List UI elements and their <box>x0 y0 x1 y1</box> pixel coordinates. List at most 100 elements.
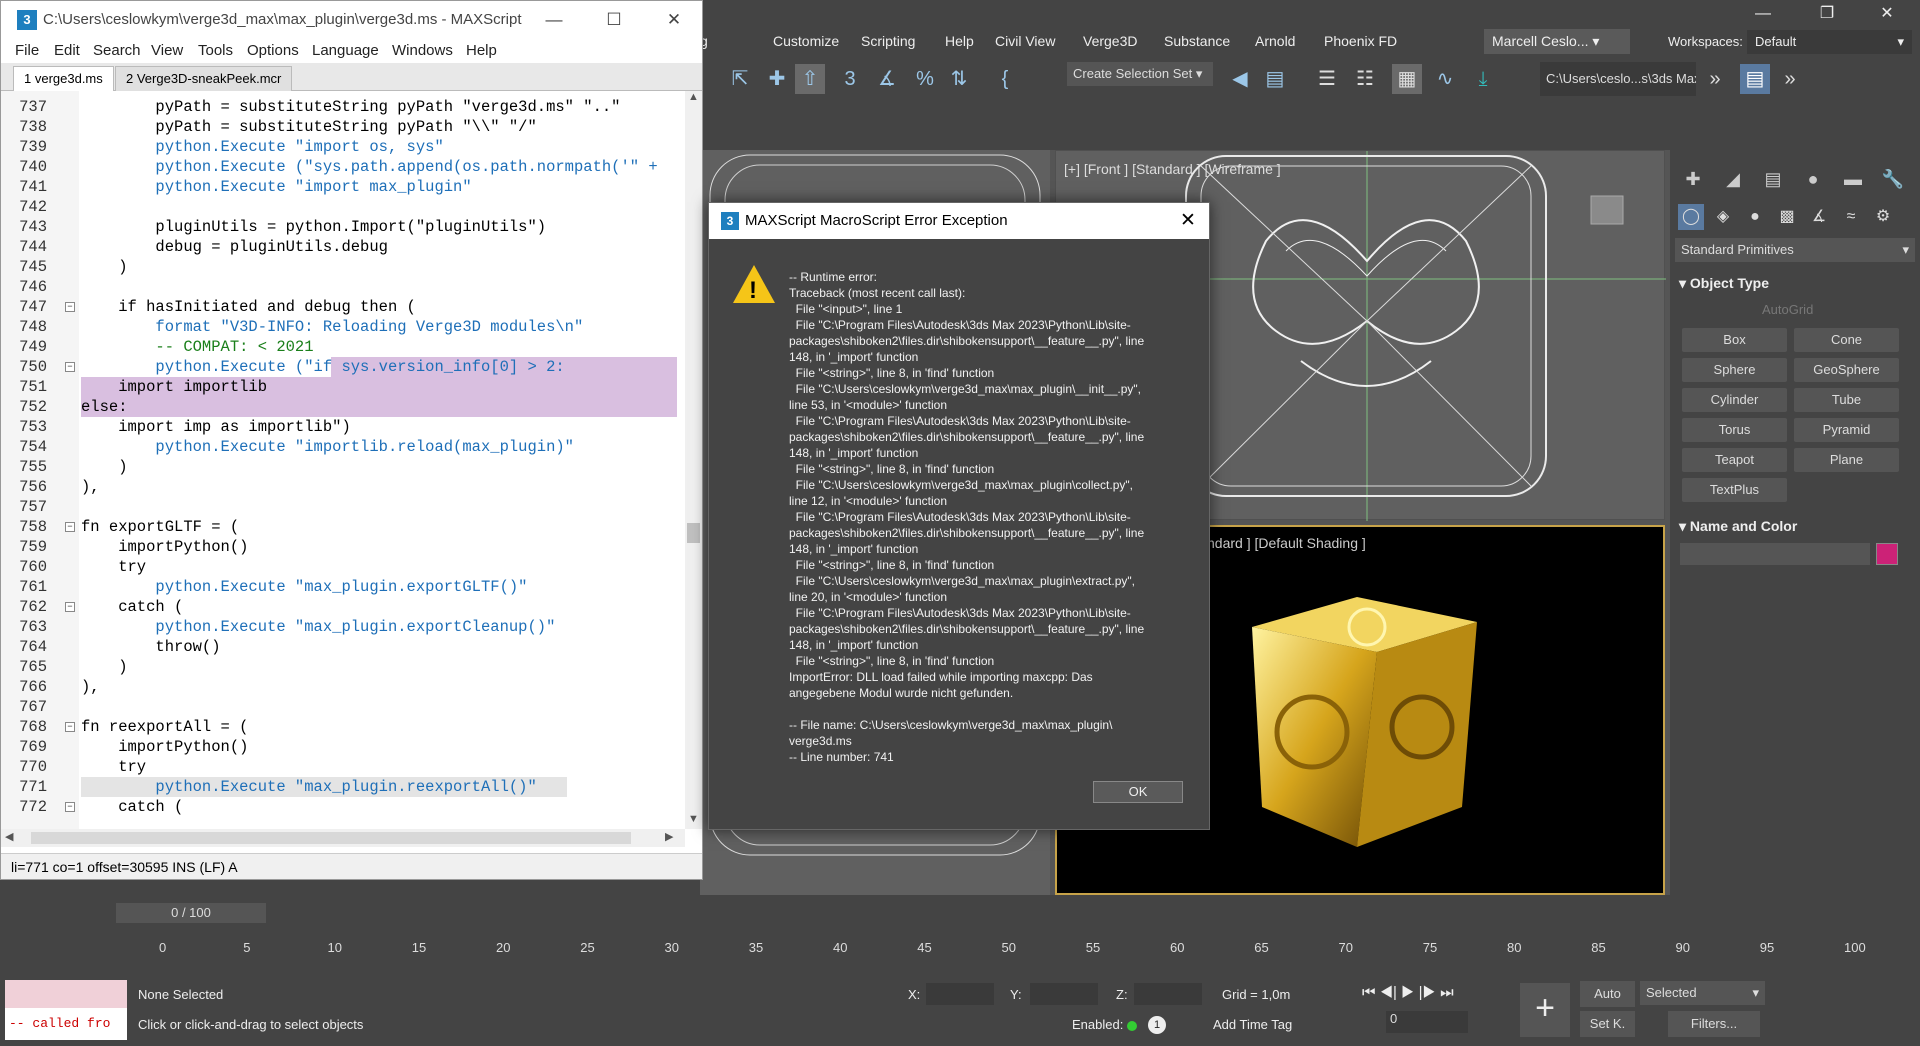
select-icon[interactable]: ⇧ <box>795 64 825 94</box>
menu-windows[interactable]: Windows <box>392 42 453 59</box>
snap-3d-icon[interactable]: 3 <box>835 64 865 94</box>
mirror-icon[interactable]: ◀ <box>1225 64 1255 94</box>
listener-input[interactable] <box>5 980 127 1008</box>
code-line[interactable]: 737 pyPath = substituteString pyPath "ve… <box>1 97 685 117</box>
menu-help[interactable]: Help <box>945 33 974 49</box>
box-button[interactable]: Box <box>1682 328 1787 352</box>
code-line[interactable]: 757 <box>1 497 685 517</box>
scroll-down-icon[interactable]: ▼ <box>688 813 699 825</box>
save-icon[interactable]: ▤ <box>1740 64 1770 94</box>
teapot-button[interactable]: Teapot <box>1682 448 1787 472</box>
code-line[interactable]: 748 format "V3D-INFO: Reloading Verge3D … <box>1 317 685 337</box>
menu-substance[interactable]: Substance <box>1164 33 1230 49</box>
menu-arnold[interactable]: Arnold <box>1255 33 1295 49</box>
autogrid-checkbox[interactable]: AutoGrid <box>1762 302 1813 317</box>
create-tab-icon[interactable]: ✚ <box>1678 164 1708 194</box>
systems-icon[interactable]: ⚙ <box>1870 204 1896 230</box>
layer-explorer-icon[interactable]: ☷ <box>1350 64 1380 94</box>
code-line[interactable]: 772 − catch ( <box>1 797 685 817</box>
menu-search[interactable]: Search <box>93 42 141 59</box>
geosphere-button[interactable]: GeoSphere <box>1794 358 1899 382</box>
code-line[interactable]: 767 <box>1 697 685 717</box>
scroll-up-icon[interactable]: ▲ <box>688 91 699 103</box>
cameras-icon[interactable]: ▩ <box>1774 204 1800 230</box>
current-frame-field[interactable]: 0 <box>1386 1011 1468 1033</box>
menu-file[interactable]: File <box>15 42 39 59</box>
code-line[interactable]: 740 python.Execute ("sys.path.append(os.… <box>1 157 685 177</box>
close-icon[interactable]: ✕ <box>1171 206 1205 236</box>
code-line[interactable]: 746 <box>1 277 685 297</box>
menu-tools[interactable]: Tools <box>198 42 233 59</box>
utilities-tab-icon[interactable]: 🔧 <box>1878 164 1908 194</box>
mini-listener[interactable]: -- called fro <box>5 980 127 1040</box>
vertical-scrollbar[interactable]: ▲ ▼ <box>685 91 702 829</box>
horizontal-scrollbar[interactable]: ◀ ▶ <box>1 829 685 847</box>
menu-customize[interactable]: Customize <box>773 33 839 49</box>
code-line[interactable]: 766), <box>1 677 685 697</box>
code-line[interactable]: 769 importPython() <box>1 737 685 757</box>
code-line[interactable]: 745 ) <box>1 257 685 277</box>
pyramid-button[interactable]: Pyramid <box>1794 418 1899 442</box>
close-icon[interactable]: ✕ <box>651 5 697 35</box>
code-line[interactable]: 763 python.Execute "max_plugin.exportCle… <box>1 617 685 637</box>
fold-toggle-icon[interactable]: − <box>65 722 75 732</box>
display-tab-icon[interactable]: ▬ <box>1838 164 1868 194</box>
space-warps-icon[interactable]: ≈ <box>1838 204 1864 230</box>
align-icon[interactable]: ▤ <box>1260 64 1290 94</box>
geometry-icon[interactable]: ◯ <box>1678 204 1704 230</box>
scene-explorer-icon[interactable]: ☰ <box>1312 64 1342 94</box>
code-line[interactable]: 739 python.Execute "import os, sys" <box>1 137 685 157</box>
chevron-right-icon[interactable]: » <box>1775 64 1805 94</box>
code-line[interactable]: 747 − if hasInitiated and debug then ( <box>1 297 685 317</box>
project-path[interactable]: C:\Users\ceslo...s\3ds Max 2023 <box>1540 62 1696 96</box>
set-key-button[interactable]: Set K. <box>1580 1011 1635 1037</box>
hierarchy-tab-icon[interactable]: ▤ <box>1758 164 1788 194</box>
menu-scripting[interactable]: Scripting <box>861 33 915 49</box>
code-line[interactable]: 751 import importlib <box>1 377 685 397</box>
curve-editor-icon[interactable]: ∿ <box>1430 64 1460 94</box>
close-icon[interactable]: ✕ <box>1864 0 1910 28</box>
code-line[interactable]: 771 python.Execute "max_plugin.reexportA… <box>1 777 685 797</box>
menu-language[interactable]: Language <box>312 42 379 59</box>
menu-verge3d[interactable]: Verge3D <box>1083 33 1137 49</box>
modify-tab-icon[interactable]: ◢ <box>1718 164 1748 194</box>
tab-verge3d-ms[interactable]: 1 verge3d.ms <box>13 66 114 91</box>
vertical-scroll-thumb[interactable] <box>687 523 700 543</box>
workspace-select[interactable]: Default ▾ <box>1747 30 1912 54</box>
torus-button[interactable]: Torus <box>1682 418 1787 442</box>
ok-button[interactable]: OK <box>1093 781 1183 803</box>
key-filter-select[interactable]: Selected ▾ <box>1640 981 1765 1005</box>
scroll-right-icon[interactable]: ▶ <box>665 830 673 843</box>
code-line[interactable]: 754 python.Execute "importlib.reload(max… <box>1 437 685 457</box>
menu-view[interactable]: View <box>151 42 183 59</box>
shapes-icon[interactable]: ◈ <box>1710 204 1736 230</box>
z-coordinate-field[interactable] <box>1134 983 1202 1005</box>
restore-icon[interactable]: ❐ <box>1804 0 1850 28</box>
fold-toggle-icon[interactable]: − <box>65 362 75 372</box>
code-line[interactable]: 755 ) <box>1 457 685 477</box>
auto-key-button[interactable]: Auto <box>1580 981 1635 1007</box>
code-line[interactable]: 738 pyPath = substituteString pyPath "\\… <box>1 117 685 137</box>
percent-snap-icon[interactable]: % <box>910 64 940 94</box>
object-type-rollout[interactable]: ▾ Object Type <box>1675 272 1915 294</box>
code-line[interactable]: 741 python.Execute "import max_plugin" <box>1 177 685 197</box>
code-line[interactable]: 759 importPython() <box>1 537 685 557</box>
code-line[interactable]: 744 debug = pluginUtils.debug <box>1 237 685 257</box>
textplus-button[interactable]: TextPlus <box>1682 478 1787 502</box>
menu-phoenix-fd[interactable]: Phoenix FD <box>1324 33 1397 49</box>
code-area[interactable]: 737 pyPath = substituteString pyPath "ve… <box>1 91 685 829</box>
y-coordinate-field[interactable] <box>1030 983 1098 1005</box>
code-line[interactable]: 742 <box>1 197 685 217</box>
maximize-icon[interactable]: ☐ <box>591 5 637 35</box>
code-line[interactable]: 749 -- COMPAT: < 2021 <box>1 337 685 357</box>
tube-button[interactable]: Tube <box>1794 388 1899 412</box>
code-line[interactable]: 761 python.Execute "max_plugin.exportGLT… <box>1 577 685 597</box>
named-selection-icon[interactable]: { <box>990 64 1020 94</box>
code-line[interactable]: 765 ) <box>1 657 685 677</box>
user-account-dropdown[interactable]: Marcell Ceslo... ▾ <box>1484 29 1630 54</box>
add-time-tag[interactable]: Add Time Tag <box>1213 1017 1292 1032</box>
filters-button[interactable]: Filters... <box>1668 1011 1760 1037</box>
code-line[interactable]: 753 import imp as importlib") <box>1 417 685 437</box>
code-line[interactable]: 756), <box>1 477 685 497</box>
create-selection-set-dropdown[interactable]: Create Selection Set ▾ <box>1067 62 1213 86</box>
